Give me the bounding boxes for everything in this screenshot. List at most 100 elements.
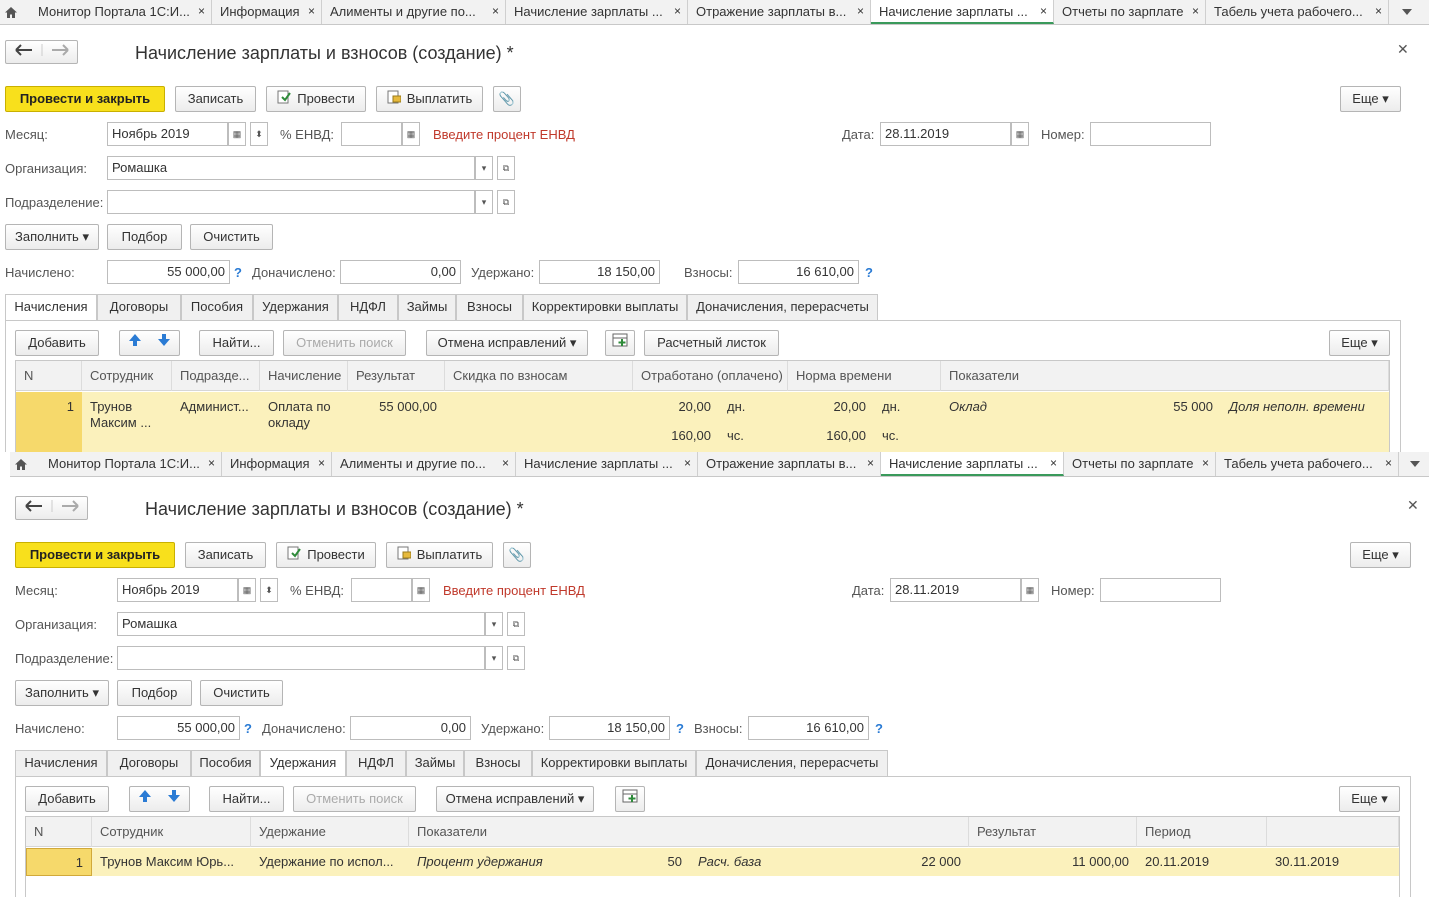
window-tab[interactable]: Монитор Портала 1С:И... × [30, 0, 212, 24]
cancel-search-button[interactable]: Отменить поиск [283, 330, 406, 356]
indicator-name[interactable]: Доля неполн. времени [1221, 399, 1389, 414]
worked-hours-cell[interactable]: 160,00 [633, 428, 719, 443]
help-icon[interactable]: ? [234, 265, 242, 280]
pick-button[interactable]: Подбор [117, 680, 192, 706]
calculator-icon[interactable]: ▦ [402, 122, 420, 146]
help-icon[interactable]: ? [875, 721, 883, 736]
org-input[interactable]: Ромашка [107, 156, 475, 180]
norm-hours-cell[interactable]: 160,00 [788, 428, 874, 443]
close-icon[interactable]: × [1375, 0, 1382, 23]
table-settings-button[interactable] [615, 786, 645, 812]
attach-button[interactable]: 📎 [493, 86, 521, 112]
add-row-button[interactable]: Добавить [15, 330, 99, 356]
window-tab[interactable]: Информация × [222, 452, 332, 476]
save-button[interactable]: Записать [185, 542, 266, 568]
accrual-cell[interactable]: Оплата по окладу [260, 399, 348, 431]
table-row[interactable]: 1 Трунов Максим ... Админист... Оплата п… [16, 392, 1389, 452]
tab-deductions[interactable]: Удержания [260, 750, 346, 777]
month-input[interactable]: Ноябрь 2019 [117, 578, 238, 602]
dropdown-icon[interactable]: ▾ [485, 612, 503, 636]
period-end-cell[interactable]: 30.11.2019 [1267, 848, 1399, 876]
open-icon[interactable]: ⧉ [507, 612, 525, 636]
window-tab-active[interactable]: Начисление зарплаты ... × [871, 0, 1054, 24]
number-input[interactable] [1090, 122, 1211, 146]
table-settings-button[interactable] [605, 330, 635, 356]
result-cell[interactable]: 11 000,00 [969, 848, 1137, 876]
table-more-button[interactable]: Еще ▾ [1339, 786, 1400, 812]
fill-button[interactable]: Заполнить ▾ [15, 680, 109, 706]
indicator-value[interactable]: 55 000 [1103, 399, 1221, 414]
tab-recalculations[interactable]: Доначисления, перерасчеты [687, 294, 878, 320]
dept-input[interactable] [107, 190, 475, 214]
find-button[interactable]: Найти... [209, 786, 284, 812]
indicator-name[interactable]: Процент удержания [409, 848, 572, 876]
tab-loans[interactable]: Займы [406, 750, 464, 776]
number-input[interactable] [1100, 578, 1221, 602]
dept-input[interactable] [117, 646, 485, 670]
arrow-up-icon[interactable] [128, 334, 142, 350]
period-start-cell[interactable]: 20.11.2019 [1137, 848, 1267, 876]
save-button[interactable]: Записать [175, 86, 256, 112]
home-icon[interactable] [10, 452, 32, 476]
window-tab-active[interactable]: Начисление зарплаты ... × [881, 452, 1064, 476]
tab-contributions[interactable]: Взносы [456, 294, 523, 320]
column-header[interactable]: Показатели [409, 817, 969, 847]
close-icon[interactable]: × [867, 452, 874, 475]
close-form-icon[interactable]: ✕ [1407, 497, 1419, 514]
window-tab[interactable]: Табель учета рабочего... × [1206, 0, 1389, 24]
month-stepper[interactable]: ⬍ [260, 578, 278, 602]
result-cell[interactable]: 55 000,00 [348, 399, 445, 414]
close-icon[interactable]: × [308, 0, 315, 23]
pay-button[interactable]: Выплатить [376, 86, 483, 112]
post-button[interactable]: Провести [266, 86, 366, 112]
close-icon[interactable]: × [492, 0, 499, 23]
clear-button[interactable]: Очистить [190, 224, 273, 250]
tabs-menu-chevron-icon[interactable] [1404, 452, 1426, 476]
table-more-button[interactable]: Еще ▾ [1329, 330, 1390, 356]
close-icon[interactable]: × [1192, 0, 1199, 23]
window-tab[interactable]: Табель учета рабочего... × [1216, 452, 1399, 476]
column-header[interactable]: N [26, 817, 92, 847]
move-row-buttons[interactable] [119, 330, 180, 356]
window-tab[interactable]: Отчеты по зарплате × [1064, 452, 1216, 476]
clear-button[interactable]: Очистить [200, 680, 283, 706]
open-icon[interactable]: ⧉ [497, 190, 515, 214]
dropdown-icon[interactable]: ▾ [475, 190, 493, 214]
column-header[interactable] [1267, 817, 1399, 847]
column-header[interactable]: Сотрудник [82, 361, 172, 391]
close-icon[interactable]: × [1040, 0, 1047, 22]
date-input[interactable]: 28.11.2019 [880, 122, 1011, 146]
tab-payment-corrections[interactable]: Корректировки выплаты [532, 750, 696, 776]
indicator-name[interactable]: Оклад [941, 399, 1103, 414]
employee-cell[interactable]: Трунов Максим ... [82, 399, 172, 431]
column-header[interactable]: Начисление [260, 361, 348, 391]
window-tab[interactable]: Начисление зарплаты ... × [516, 452, 698, 476]
column-header[interactable]: Отработано (оплачено) [633, 361, 788, 391]
help-icon[interactable]: ? [244, 721, 252, 736]
column-header[interactable]: Показатели [941, 361, 1389, 391]
indicator-value[interactable]: 50 [572, 848, 690, 876]
open-icon[interactable]: ⧉ [497, 156, 515, 180]
column-header[interactable]: Норма времени [788, 361, 941, 391]
attach-button[interactable]: 📎 [503, 542, 531, 568]
close-icon[interactable]: × [198, 0, 205, 23]
close-icon[interactable]: × [1050, 452, 1057, 474]
open-icon[interactable]: ⧉ [507, 646, 525, 670]
cancel-search-button[interactable]: Отменить поиск [293, 786, 416, 812]
column-header[interactable]: Результат [348, 361, 445, 391]
cancel-fixes-button[interactable]: Отмена исправлений ▾ [436, 786, 594, 812]
window-tab[interactable]: Монитор Портала 1С:И... × [40, 452, 222, 476]
post-and-close-button[interactable]: Провести и закрыть [5, 86, 165, 112]
tab-contributions[interactable]: Взносы [464, 750, 532, 776]
table-row[interactable]: 1 Трунов Максим Юрь... Удержание по испо… [26, 848, 1399, 876]
tab-ndfl[interactable]: НДФЛ [346, 750, 406, 776]
nav-back-forward[interactable] [15, 496, 88, 520]
window-tab[interactable]: Алименты и другие по... × [322, 0, 506, 24]
column-header[interactable]: Подразде... [172, 361, 260, 391]
nav-back-forward[interactable] [5, 40, 78, 64]
window-tab[interactable]: Отражение зарплаты в... × [688, 0, 871, 24]
more-button[interactable]: Еще ▾ [1350, 542, 1411, 568]
column-header[interactable]: Сотрудник [92, 817, 251, 847]
post-button[interactable]: Провести [276, 542, 376, 568]
tab-benefits[interactable]: Пособия [191, 750, 260, 776]
